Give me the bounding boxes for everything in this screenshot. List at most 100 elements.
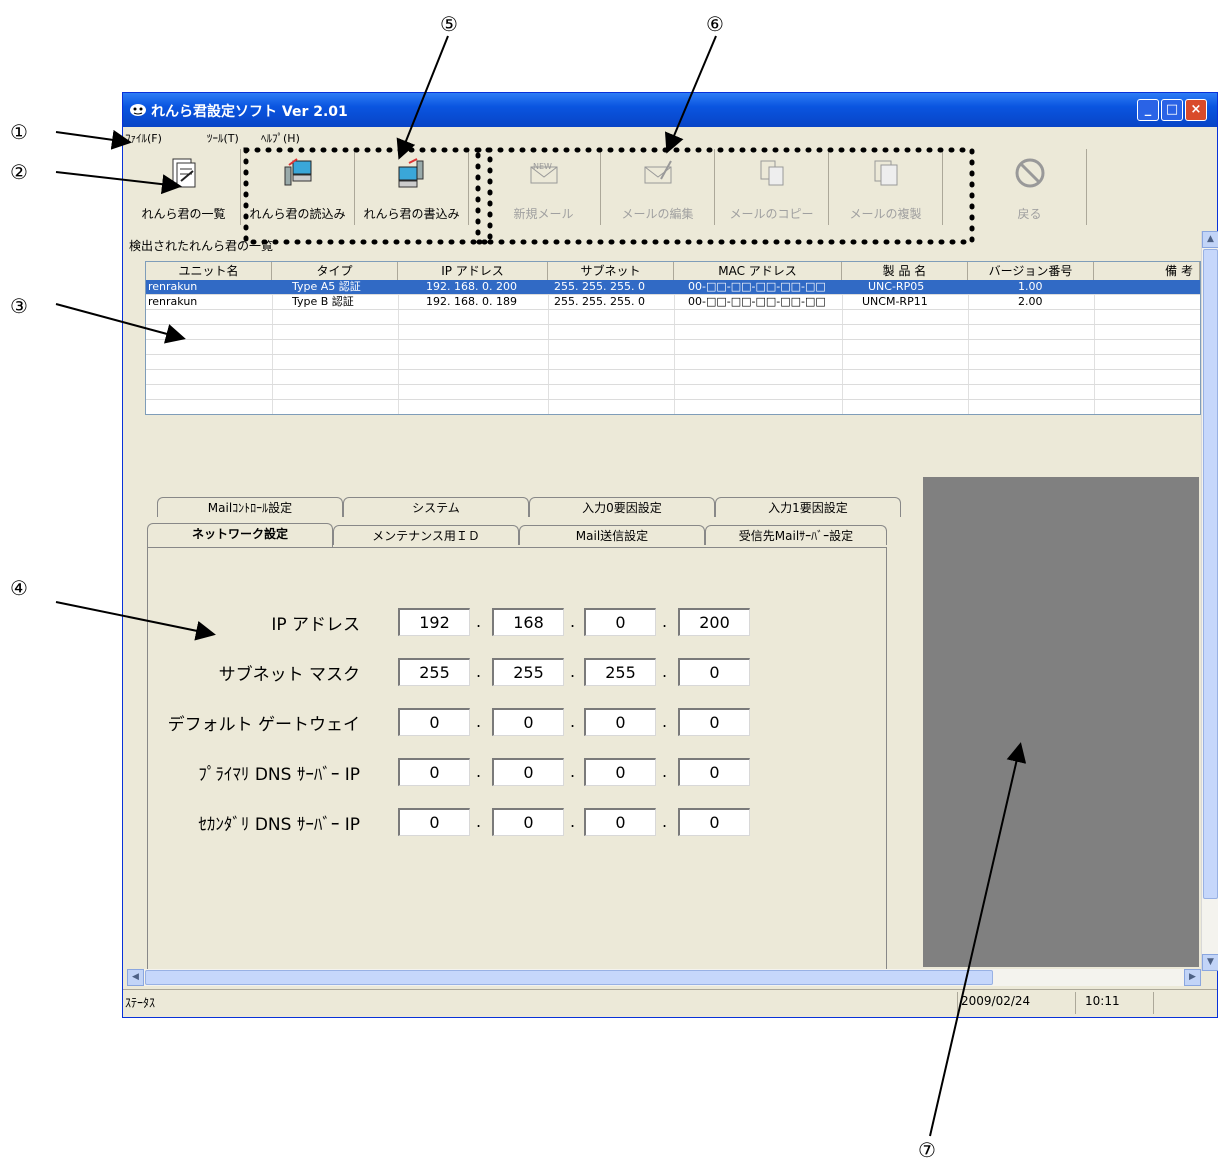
callout-5: ⑤ — [440, 12, 458, 36]
cell-type: Type A5 認証 — [292, 280, 361, 293]
menu-help[interactable]: ﾍﾙﾌﾟ(H) — [261, 130, 300, 146]
horizontal-scrollbar[interactable]: ◀ ▶ — [127, 969, 1201, 986]
octet-input[interactable]: 0 — [492, 808, 564, 836]
back-button[interactable]: 戻る — [973, 149, 1087, 225]
duplicate-mail-button[interactable]: メールの複製 — [829, 149, 943, 225]
new-mail-button[interactable]: NEW 新規メール — [487, 149, 601, 225]
cell-ip: 192. 168. 0. 200 — [426, 280, 517, 293]
network-settings-panel: IP アドレス 192. 168. 0. 200 サブネット マスク 255. 255. 255… — [147, 547, 887, 975]
cell-unit-name: renrakun — [148, 280, 198, 293]
octet-input[interactable]: 0 — [584, 608, 656, 636]
octet-input[interactable]: 0 — [492, 758, 564, 786]
octet-input[interactable]: 255 — [492, 658, 564, 686]
octet-input[interactable]: 0 — [678, 658, 750, 686]
copy-mail-button[interactable]: メールのコピー — [715, 149, 829, 225]
octet-separator: . — [476, 612, 482, 631]
cell-ip: 192. 168. 0. 189 — [426, 295, 517, 308]
octet-separator: . — [476, 812, 482, 831]
octet-separator: . — [476, 662, 482, 681]
column-unit-name[interactable]: ユニット名 — [146, 262, 272, 280]
column-ip-address[interactable]: IP アドレス — [398, 262, 548, 280]
menu-file[interactable]: ﾌｧｲﾙ(F) — [125, 130, 162, 146]
duplicate-mail-icon — [874, 160, 898, 186]
copy-mail-icon — [760, 160, 784, 186]
vertical-scrollbar[interactable]: ▲ ▼ — [1201, 231, 1218, 971]
horizontal-scroll-thumb[interactable] — [145, 970, 993, 985]
back-button-label: 戻る — [1017, 207, 1042, 221]
scroll-down-icon[interactable]: ▼ — [1202, 954, 1218, 971]
cell-mac: 00-□□-□□-□□-□□-□□ — [688, 295, 826, 308]
tab-mail-control[interactable]: Mailｺﾝﾄﾛｰﾙ設定 — [157, 497, 343, 517]
scroll-up-icon[interactable]: ▲ — [1202, 231, 1218, 248]
cell-unit-name: renrakun — [148, 295, 198, 308]
octet-input[interactable]: 168 — [492, 608, 564, 636]
cell-version: 2.00 — [1018, 295, 1043, 308]
menu-tools[interactable]: ﾂｰﾙ(T) — [207, 130, 239, 146]
scroll-left-icon[interactable]: ◀ — [127, 969, 144, 986]
title-bar[interactable]: れんら君設定ソフト Ver 2.01 _ □ × — [123, 93, 1217, 127]
callout-3: ③ — [10, 294, 28, 318]
write-button[interactable]: れんら君の書込み — [355, 149, 469, 225]
back-icon — [1015, 158, 1045, 188]
tab-input0-factor[interactable]: 入力0要因設定 — [529, 497, 715, 517]
new-mail-icon: NEW — [530, 162, 558, 184]
status-date: 2009/02/24 — [961, 994, 1031, 1008]
table-row[interactable]: renrakun Type B 認証 192. 168. 0. 189 255.… — [146, 295, 1200, 310]
edit-mail-button-label: メールの編集 — [621, 207, 694, 221]
octet-input[interactable]: 0 — [678, 808, 750, 836]
column-type[interactable]: タイプ — [272, 262, 398, 280]
octet-input[interactable]: 0 — [678, 708, 750, 736]
app-icon — [130, 104, 146, 116]
list-button[interactable]: れんら君の一覧 — [127, 149, 241, 225]
octet-separator: . — [476, 712, 482, 731]
octet-input[interactable]: 0 — [584, 808, 656, 836]
callout-7: ⑦ — [918, 1138, 936, 1162]
table-row[interactable]: renrakun Type A5 認証 192. 168. 0. 200 255… — [146, 280, 1200, 295]
column-version[interactable]: バージョン番号 — [968, 262, 1094, 280]
edit-mail-button[interactable]: メールの編集 — [601, 149, 715, 225]
scroll-right-icon[interactable]: ▶ — [1184, 969, 1201, 986]
list-button-label: れんら君の一覧 — [141, 207, 226, 221]
octet-input[interactable]: 192 — [398, 608, 470, 636]
unit-list[interactable]: ユニット名 タイプ IP アドレス サブネット MAC アドレス 製 品 名 バ… — [145, 261, 1201, 415]
tab-input1-factor[interactable]: 入力1要因設定 — [715, 497, 901, 517]
octet-input[interactable]: 0 — [584, 758, 656, 786]
callout-4: ④ — [10, 576, 28, 600]
octet-input[interactable]: 0 — [398, 758, 470, 786]
column-mac-address[interactable]: MAC アドレス — [674, 262, 842, 280]
octet-input[interactable]: 0 — [678, 758, 750, 786]
settings-tabs: Mailｺﾝﾄﾛｰﾙ設定 システム 入力0要因設定 入力1要因設定 ネットワーク… — [147, 497, 907, 975]
field-label: サブネット マスク — [218, 665, 360, 685]
menu-bar: ﾌｧｲﾙ(F) ﾂｰﾙ(T) ﾍﾙﾌﾟ(H) — [123, 127, 1217, 147]
vertical-scroll-thumb[interactable] — [1203, 249, 1218, 899]
minimize-button[interactable]: _ — [1137, 99, 1159, 121]
field-label: ｾｶﾝﾀﾞﾘ DNS ｻｰﾊﾞｰ IP — [198, 815, 360, 835]
column-subnet[interactable]: サブネット — [548, 262, 674, 280]
svg-text:NEW: NEW — [533, 162, 552, 171]
maximize-button[interactable]: □ — [1161, 99, 1183, 121]
octet-input[interactable]: 200 — [678, 608, 750, 636]
octet-input[interactable]: 0 — [492, 708, 564, 736]
octet-input[interactable]: 0 — [584, 708, 656, 736]
column-notes[interactable]: 備 考 — [1094, 262, 1200, 280]
tab-mail-send[interactable]: Mail送信設定 — [519, 525, 705, 545]
octet-input[interactable]: 0 — [398, 808, 470, 836]
octet-input[interactable]: 255 — [584, 658, 656, 686]
tab-network-settings[interactable]: ネットワーク設定 — [147, 523, 333, 547]
window-title: れんら君設定ソフト Ver 2.01 — [151, 104, 348, 120]
read-button[interactable]: れんら君の読込み — [241, 149, 355, 225]
tab-system[interactable]: システム — [343, 497, 529, 517]
new-mail-button-label: 新規メール — [513, 207, 574, 221]
octet-input[interactable]: 255 — [398, 658, 470, 686]
tab-maintenance-id[interactable]: メンテナンス用ＩＤ — [333, 525, 519, 545]
octet-separator: . — [570, 662, 576, 681]
copy-mail-button-label: メールのコピー — [729, 207, 814, 221]
close-button[interactable]: × — [1185, 99, 1207, 121]
column-product-name[interactable]: 製 品 名 — [842, 262, 968, 280]
list-header: ユニット名 タイプ IP アドレス サブネット MAC アドレス 製 品 名 バ… — [146, 262, 1200, 281]
octet-input[interactable]: 0 — [398, 708, 470, 736]
cell-subnet: 255. 255. 255. 0 — [554, 280, 645, 293]
octet-separator: . — [476, 762, 482, 781]
tab-receive-mail-server[interactable]: 受信先Mailｻｰﾊﾞｰ設定 — [705, 525, 887, 545]
app-window: れんら君設定ソフト Ver 2.01 _ □ × ﾌｧｲﾙ(F) ﾂｰﾙ(T) … — [122, 92, 1218, 1018]
